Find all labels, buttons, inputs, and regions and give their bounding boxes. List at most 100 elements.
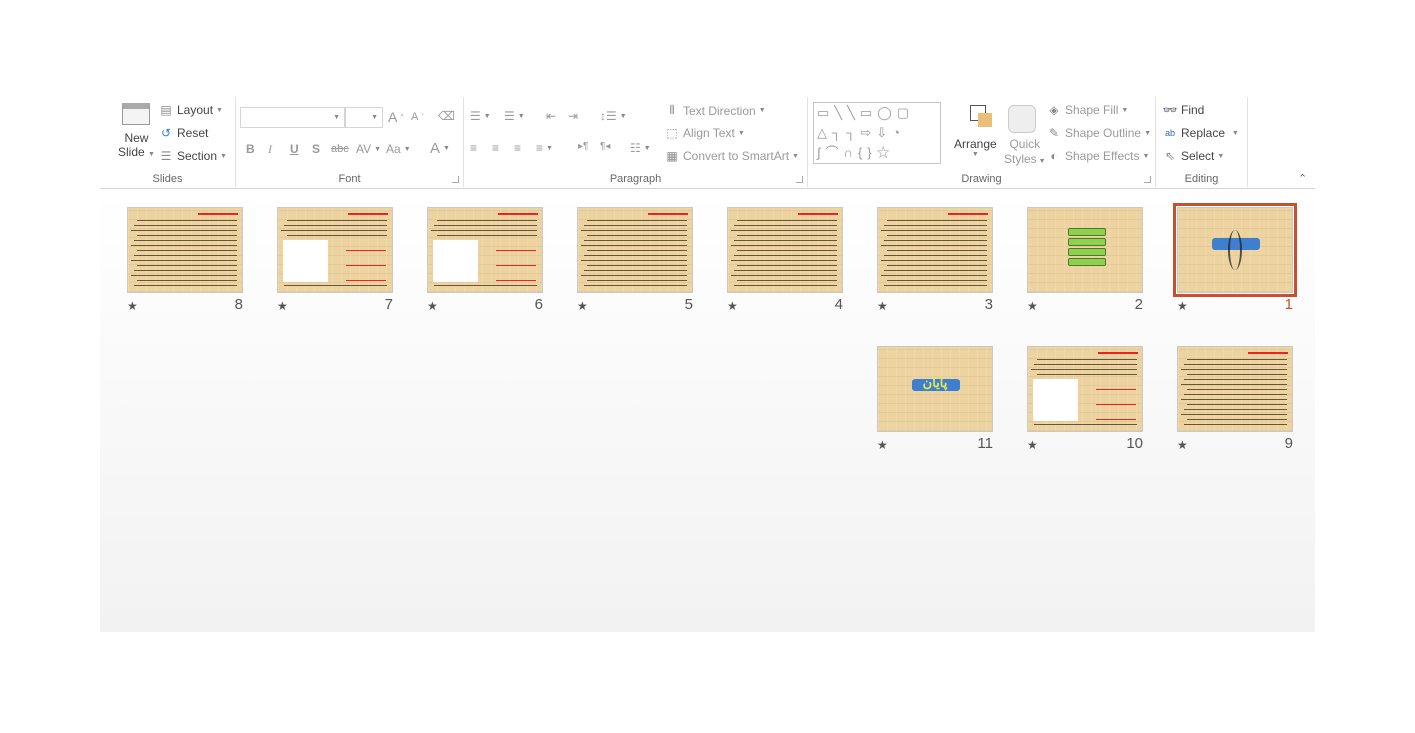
slide-thumbnail-11[interactable]: پایان xyxy=(877,346,993,432)
slide-number: 7 xyxy=(384,296,393,313)
text-direction-icon: ⫴ xyxy=(669,103,675,117)
align-center-icon[interactable]: ≡ xyxy=(492,141,499,155)
shrink-font-icon[interactable]: Aˇ xyxy=(411,111,424,123)
text-line xyxy=(884,225,987,226)
animation-star-icon[interactable]: ★ xyxy=(427,299,438,313)
text-line xyxy=(137,220,237,221)
columns-icon[interactable]: ☷ ▼ xyxy=(630,141,651,155)
animation-star-icon[interactable]: ★ xyxy=(727,299,738,313)
shape-fill-button[interactable]: ◈ Shape Fill ▼ xyxy=(1046,103,1128,117)
strikethrough-button[interactable]: abc xyxy=(331,143,349,155)
slide-thumbnail-5[interactable] xyxy=(577,207,693,293)
animation-star-icon[interactable]: ★ xyxy=(1027,299,1038,313)
layout-button[interactable]: ▤ Layout ▼ xyxy=(158,103,223,117)
bold-button[interactable]: B xyxy=(246,142,255,156)
text-line xyxy=(131,245,237,246)
slide-thumbnail-2[interactable] xyxy=(1027,207,1143,293)
select-button[interactable]: ⇖ Select ▼ xyxy=(1162,149,1224,163)
animation-star-icon[interactable]: ★ xyxy=(877,299,888,313)
text-line xyxy=(731,260,837,261)
animation-star-icon[interactable]: ★ xyxy=(577,299,588,313)
text-line xyxy=(581,275,687,276)
slide-thumbnail-6[interactable] xyxy=(427,207,543,293)
font-dialog-launcher[interactable] xyxy=(452,176,459,183)
text-line xyxy=(137,265,237,266)
animation-star-icon[interactable]: ★ xyxy=(1177,299,1188,313)
reset-icon: ↺ xyxy=(160,126,172,140)
ltr-icon[interactable]: ▸¶ xyxy=(578,141,588,152)
clear-formatting-icon[interactable]: ⌫ xyxy=(438,109,455,123)
character-spacing-button[interactable]: AV ▼ xyxy=(356,142,381,156)
slide-thumbnail-9[interactable] xyxy=(1177,346,1293,432)
text-line xyxy=(1187,359,1287,360)
align-text-button[interactable]: ⬚ Align Text ▼ xyxy=(664,126,744,140)
text-line xyxy=(737,250,837,251)
rtl-icon[interactable]: ¶◂ xyxy=(600,141,610,152)
shadow-button[interactable]: S xyxy=(312,142,320,156)
justify-icon[interactable]: ≡ ▼ xyxy=(536,141,553,155)
font-name-select[interactable]: ▼ xyxy=(240,107,345,128)
font-size-select[interactable]: ▼ xyxy=(345,107,383,128)
change-case-button[interactable]: Aa ▼ xyxy=(386,142,411,156)
slide-number: 9 xyxy=(1284,435,1293,452)
decrease-indent-icon[interactable]: ⇤ xyxy=(546,109,556,123)
find-button[interactable]: 👓 Find xyxy=(1162,103,1205,117)
text-line xyxy=(1037,374,1137,375)
paragraph-dialog-launcher[interactable] xyxy=(796,176,803,183)
new-slide-button[interactable]: New Slide ▼ xyxy=(118,103,155,159)
animation-star-icon[interactable]: ★ xyxy=(1027,438,1038,452)
align-right-icon[interactable]: ≡ xyxy=(514,141,521,155)
font-color-button[interactable]: A ▼ xyxy=(430,140,450,157)
numbering-icon[interactable]: ☰ ▼ xyxy=(504,109,525,123)
red-text-line xyxy=(1096,404,1136,405)
underline-button[interactable]: U xyxy=(290,142,299,156)
shapes-gallery[interactable]: ▭╲╲▭◯▢ △┐┐⇨⇩◔ ∫⌒∩{}☆ xyxy=(813,102,941,164)
slide-thumbnail-4[interactable] xyxy=(727,207,843,293)
bullets-icon[interactable]: ☰ ▼ xyxy=(470,109,491,123)
text-line xyxy=(884,240,987,241)
text-direction-button[interactable]: ⫴ Text Direction ▼ xyxy=(664,103,765,118)
text-line xyxy=(584,240,687,241)
text-line xyxy=(737,265,837,266)
shape-effects-button[interactable]: ◐ Shape Effects ▼ xyxy=(1046,149,1149,163)
slide-thumbnail-8[interactable] xyxy=(127,207,243,293)
animation-star-icon[interactable]: ★ xyxy=(277,299,288,313)
replace-button[interactable]: ab Replace ▼ xyxy=(1162,126,1239,140)
animation-star-icon[interactable]: ★ xyxy=(127,299,138,313)
slide-thumbnail-3[interactable] xyxy=(877,207,993,293)
text-line xyxy=(1187,389,1287,390)
section-button[interactable]: ☰ Section ▼ xyxy=(158,149,227,163)
arrange-button[interactable]: Arrange ▼ xyxy=(954,137,997,158)
slide-thumbnail-10[interactable] xyxy=(1027,346,1143,432)
text-line xyxy=(884,255,987,256)
red-text-line xyxy=(1096,419,1136,420)
red-text-line xyxy=(496,265,536,266)
shape-effects-icon: ◐ xyxy=(1050,149,1058,163)
text-line xyxy=(734,255,837,256)
text-line xyxy=(134,240,237,241)
slide-number: 8 xyxy=(234,296,243,313)
align-left-icon[interactable]: ≡ xyxy=(470,141,477,155)
quick-styles-button[interactable]: Quick Styles ▼ xyxy=(1004,137,1046,166)
italic-button[interactable]: I xyxy=(268,142,272,157)
slide-number: 2 xyxy=(1134,296,1143,313)
grow-font-icon[interactable]: A ^ xyxy=(388,109,404,125)
collapse-ribbon-icon[interactable]: ⌃ xyxy=(1298,172,1307,185)
slide-heading xyxy=(348,213,388,215)
increase-indent-icon[interactable]: ⇥ xyxy=(568,109,578,123)
text-line xyxy=(887,235,987,236)
text-line xyxy=(1184,394,1287,395)
convert-smartart-button[interactable]: ▦ Convert to SmartArt ▼ xyxy=(664,149,799,163)
animation-star-icon[interactable]: ★ xyxy=(1177,438,1188,452)
shape-outline-button[interactable]: ✎ Shape Outline ▼ xyxy=(1046,126,1151,140)
drawing-dialog-launcher[interactable] xyxy=(1144,176,1151,183)
text-line xyxy=(1034,364,1137,365)
line-spacing-icon[interactable]: ↕☰ ▼ xyxy=(600,109,627,123)
slide-title: پایان xyxy=(922,375,948,390)
reset-button[interactable]: ↺ Reset xyxy=(158,126,208,140)
animation-star-icon[interactable]: ★ xyxy=(877,438,888,452)
slide-thumbnail-7[interactable] xyxy=(277,207,393,293)
text-line xyxy=(584,270,687,271)
text-line xyxy=(887,220,987,221)
slide-thumbnail-1[interactable] xyxy=(1173,203,1297,297)
